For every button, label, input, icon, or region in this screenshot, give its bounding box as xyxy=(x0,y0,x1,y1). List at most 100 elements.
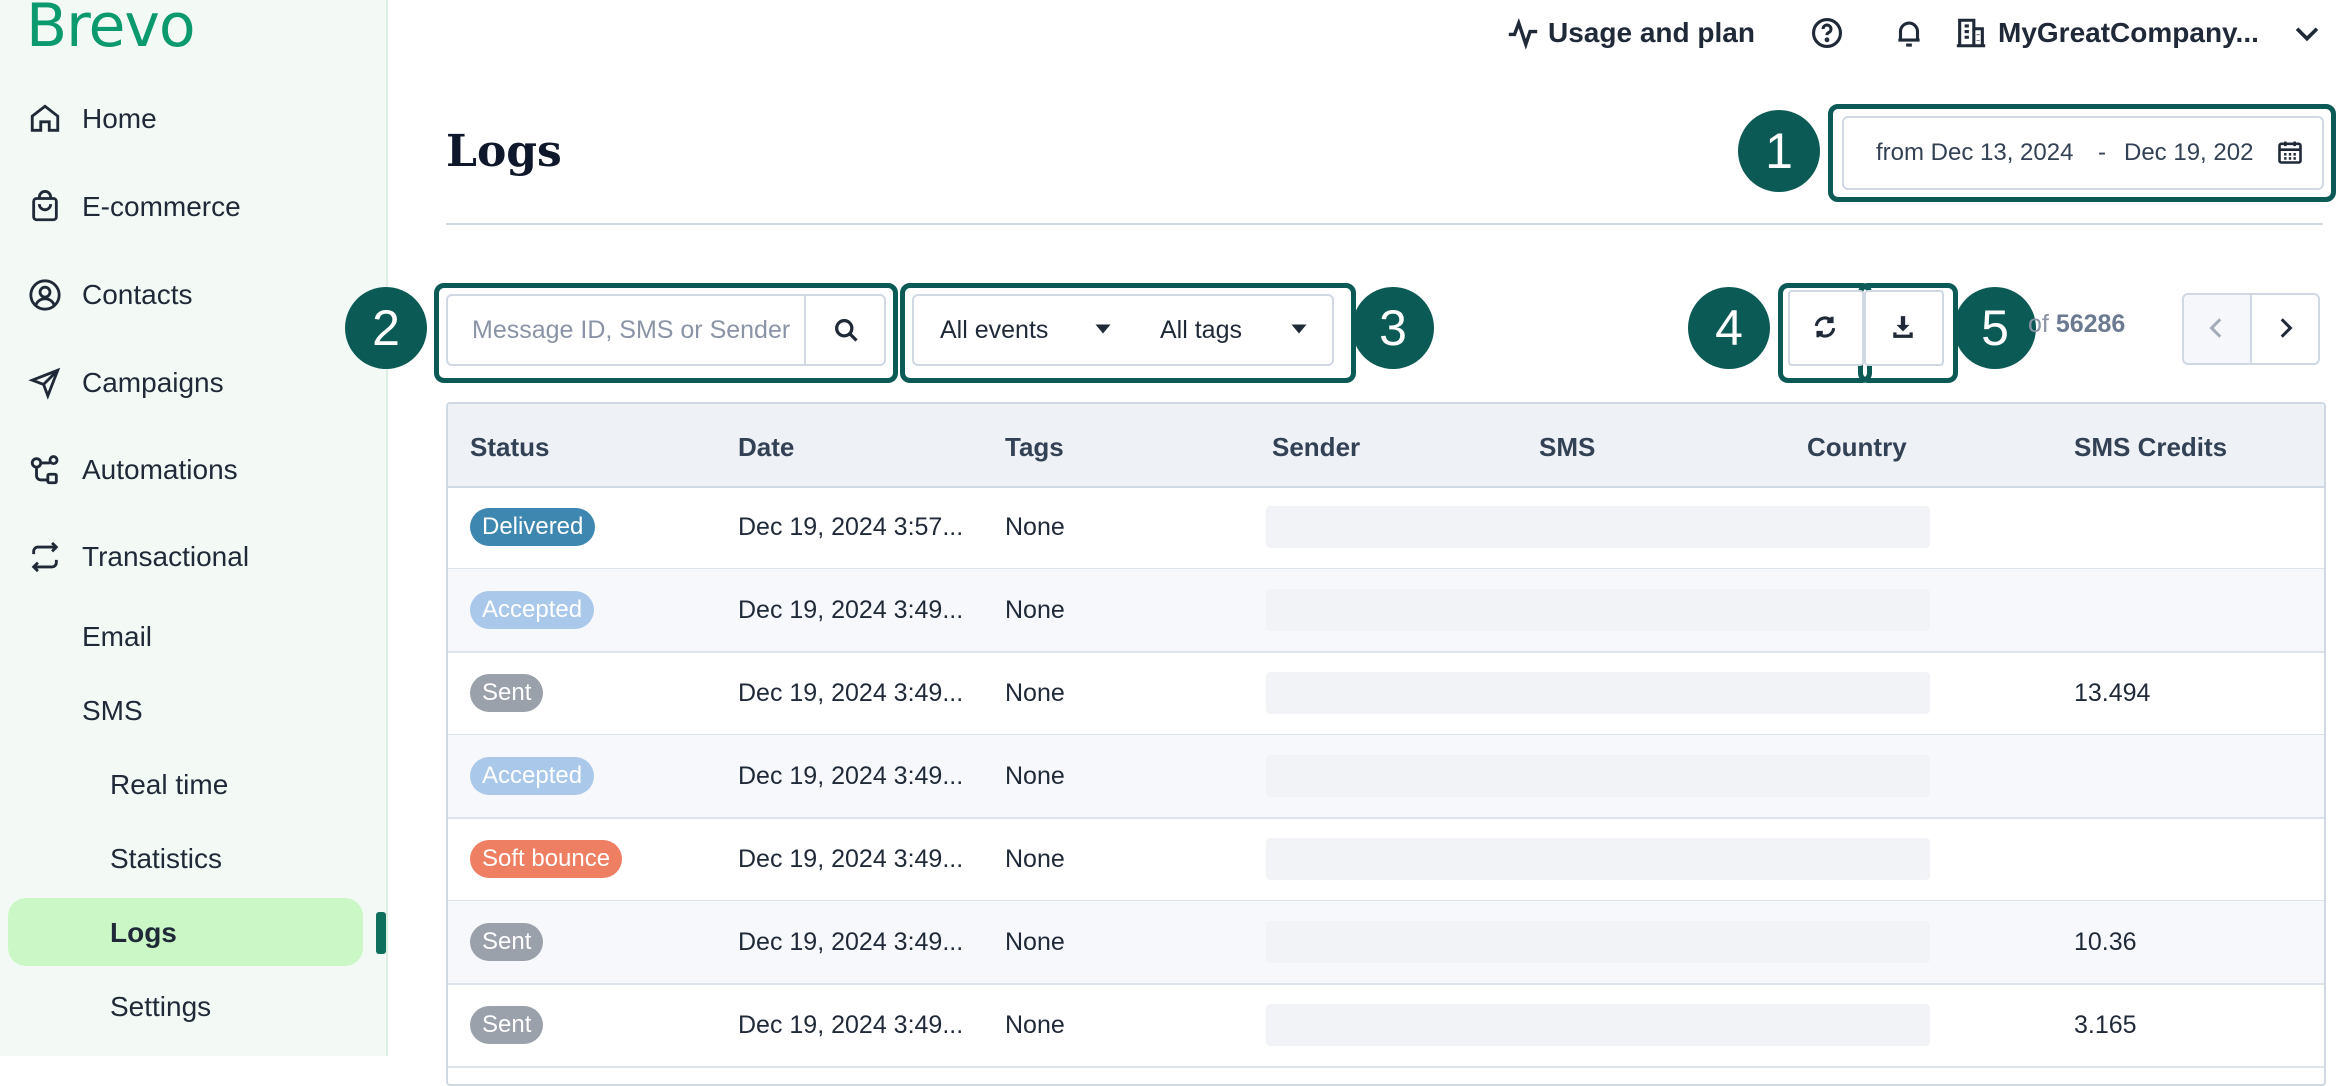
title-divider xyxy=(446,223,2323,225)
tags-cell: None xyxy=(1005,927,1065,956)
table-row[interactable]: Accepted Dec 19, 2024 3:49... None xyxy=(448,569,2324,653)
tags-cell: None xyxy=(1005,844,1065,873)
status-cell: Accepted xyxy=(470,735,595,817)
search-button[interactable] xyxy=(804,296,886,364)
logs-table: Status Date Tags Sender SMS Country SMS … xyxy=(446,402,2326,1086)
company-switcher[interactable]: MyGreatCompany... xyxy=(1998,14,2259,52)
next-page-button[interactable] xyxy=(2250,293,2320,365)
sidebar-item-email[interactable]: Email xyxy=(82,602,152,672)
table-row[interactable]: Delivered Dec 19, 2024 3:57... None xyxy=(448,486,2324,570)
status-cell: Accepted xyxy=(470,569,595,651)
shopping-bag-icon xyxy=(32,190,58,222)
column-header-sender[interactable]: Sender xyxy=(1272,432,1360,463)
home-icon xyxy=(30,104,60,132)
transactional-icon xyxy=(31,541,59,573)
tags-cell: None xyxy=(1005,1010,1065,1039)
redacted-content xyxy=(1266,589,1930,631)
credits-cell: 3.165 xyxy=(2074,1010,2137,1039)
credits-cell: 10.36 xyxy=(2074,927,2137,956)
tags-cell: None xyxy=(1005,761,1065,790)
search-input[interactable] xyxy=(472,296,802,364)
status-cell: Sent xyxy=(470,984,544,1066)
table-header: Status Date Tags Sender SMS Country SMS … xyxy=(448,404,2324,488)
sidebar-item-automations[interactable]: Automations xyxy=(0,433,380,507)
help-icon[interactable] xyxy=(1810,16,1844,50)
table-row[interactable]: Accepted Dec 19, 2024 3:49... None xyxy=(448,735,2324,819)
sidebar: Brevo Home E-commerce Contacts Campaigns… xyxy=(0,0,388,1056)
annotation-badge-4: 4 xyxy=(1688,287,1770,369)
table-row[interactable]: Sent Dec 19, 2024 3:49... None 3.165 xyxy=(448,984,2324,1068)
date-cell: Dec 19, 2024 3:57... xyxy=(738,512,964,541)
table-row[interactable]: Soft bounce Dec 19, 2024 3:49... None xyxy=(448,818,2324,902)
annotation-badge-3: 3 xyxy=(1352,287,1434,369)
chevron-down-icon[interactable] xyxy=(2290,16,2324,50)
table-row[interactable]: Sent Dec 19, 2024 3:49... None 13.494 xyxy=(448,652,2324,736)
status-badge: Sent xyxy=(470,1006,544,1044)
sidebar-item-home[interactable]: Home xyxy=(0,82,380,156)
redacted-content xyxy=(1266,921,1930,963)
column-header-date[interactable]: Date xyxy=(738,432,794,463)
table-row[interactable]: Sent Dec 19, 2024 3:49... None 10.36 xyxy=(448,901,2324,985)
date-cell: Dec 19, 2024 3:49... xyxy=(738,761,964,790)
date-cell: Dec 19, 2024 3:49... xyxy=(738,595,964,624)
date-cell: Dec 19, 2024 3:49... xyxy=(738,678,964,707)
column-header-tags[interactable]: Tags xyxy=(1005,432,1064,463)
events-select[interactable]: All events xyxy=(912,294,1138,366)
pagination-summary: of 56286 xyxy=(2028,310,2125,339)
sidebar-item-real-time[interactable]: Real time xyxy=(110,750,228,820)
sidebar-item-contacts[interactable]: Contacts xyxy=(0,258,380,332)
sidebar-item-transactional[interactable]: Transactional xyxy=(0,520,380,594)
sidebar-item-label: Contacts xyxy=(82,279,193,310)
date-separator: - xyxy=(2098,139,2106,166)
usage-and-plan-link[interactable]: Usage and plan xyxy=(1548,14,1755,52)
date-cell: Dec 19, 2024 3:49... xyxy=(738,927,964,956)
status-badge: Delivered xyxy=(470,508,596,546)
sidebar-item-ecommerce[interactable]: E-commerce xyxy=(0,170,380,244)
tags-cell: None xyxy=(1005,595,1065,624)
sidebar-item-label: Home xyxy=(82,103,157,134)
sidebar-item-label: Transactional xyxy=(82,541,250,572)
date-to: Dec 19, 202 xyxy=(2124,139,2254,166)
column-header-sms[interactable]: SMS xyxy=(1539,432,1595,463)
date-cell: Dec 19, 2024 3:49... xyxy=(738,844,964,873)
status-badge: Soft bounce xyxy=(470,840,623,878)
pagination-total: 56286 xyxy=(2055,310,2126,338)
status-cell: Delivered xyxy=(470,486,596,568)
sidebar-item-settings[interactable]: Settings xyxy=(110,972,211,1042)
sidebar-active-highlight xyxy=(8,898,363,966)
automations-icon xyxy=(30,455,59,485)
tags-cell: None xyxy=(1005,678,1065,707)
sidebar-item-label: Automations xyxy=(82,454,238,485)
date-range-picker[interactable]: from Dec 13, 2024 - Dec 19, 202 xyxy=(1842,116,2324,190)
download-icon xyxy=(1893,316,1913,338)
events-select-value: All events xyxy=(940,315,1049,344)
calendar-icon xyxy=(2278,141,2302,164)
column-header-status[interactable]: Status xyxy=(470,432,549,463)
download-button[interactable] xyxy=(1864,290,1944,366)
prev-page-button[interactable] xyxy=(2182,293,2252,365)
sidebar-item-logs[interactable]: Logs xyxy=(110,898,177,968)
status-badge: Sent xyxy=(470,674,544,712)
sidebar-item-sms[interactable]: SMS xyxy=(82,676,143,746)
refresh-button[interactable] xyxy=(1788,290,1864,366)
annotation-badge-2: 2 xyxy=(345,287,427,369)
sidebar-item-statistics[interactable]: Statistics xyxy=(110,824,222,894)
annotation-badge-1: 1 xyxy=(1738,110,1820,192)
column-header-sms-credits[interactable]: SMS Credits xyxy=(2074,432,2227,463)
sidebar-item-label: Campaigns xyxy=(82,367,224,398)
date-from: from Dec 13, 2024 xyxy=(1876,139,2074,166)
tags-select[interactable]: All tags xyxy=(1134,294,1334,366)
annotation-badge-5: 5 xyxy=(1954,287,2036,369)
tags-select-value: All tags xyxy=(1160,315,1242,344)
status-cell: Sent xyxy=(470,652,544,734)
bell-icon[interactable] xyxy=(1892,16,1926,50)
brevo-logo[interactable]: Brevo xyxy=(26,0,196,56)
chevron-left-icon xyxy=(2209,318,2222,338)
pagination-of-label: of xyxy=(2028,310,2049,338)
status-badge: Accepted xyxy=(470,757,595,795)
page-title: Logs xyxy=(446,126,562,177)
column-header-country[interactable]: Country xyxy=(1807,432,1907,463)
date-cell: Dec 19, 2024 3:49... xyxy=(738,1010,964,1039)
sidebar-item-campaigns[interactable]: Campaigns xyxy=(0,346,380,420)
redacted-content xyxy=(1266,672,1930,714)
